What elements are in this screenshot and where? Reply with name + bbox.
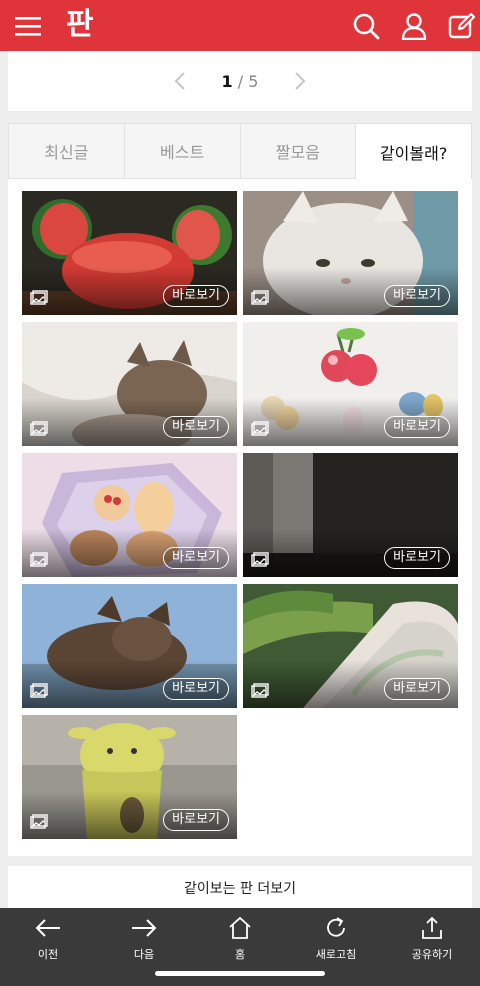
forward-label: 다음 <box>133 948 155 961</box>
home-button[interactable]: 홈 <box>192 914 288 968</box>
total-pages: 5 <box>248 71 259 91</box>
top-app-bar: 판 <box>0 0 480 51</box>
tab-latest[interactable]: 최신글 <box>8 123 125 179</box>
page-indicator: 1 / 5 <box>222 72 259 91</box>
arrow-left-icon <box>33 914 63 942</box>
view-button[interactable]: 바로보기 <box>163 678 229 700</box>
home-icon <box>225 914 255 942</box>
see-more-label: 같이보는 판 더보기 <box>184 881 296 897</box>
search-icon[interactable] <box>348 8 384 44</box>
tabs-card: 최신글 베스트 짤모음 같이볼래? 바로보기 바로보기 바로보기 바로보기 바로… <box>8 123 472 856</box>
back-label: 이전 <box>37 948 59 961</box>
home-label: 홈 <box>234 948 246 961</box>
gallery-item[interactable]: 바로보기 <box>22 584 237 708</box>
view-button[interactable]: 바로보기 <box>163 285 229 307</box>
image-icon <box>30 290 48 305</box>
gallery-item[interactable]: 바로보기 <box>22 715 237 839</box>
image-icon <box>251 552 269 567</box>
view-button[interactable]: 바로보기 <box>163 809 229 831</box>
view-button[interactable]: 바로보기 <box>384 416 450 438</box>
share-label: 공유하기 <box>411 948 453 961</box>
home-indicator <box>155 971 325 976</box>
brand-logo-text: 판 <box>66 7 94 42</box>
page-separator: / <box>237 71 244 91</box>
view-button[interactable]: 바로보기 <box>384 285 450 307</box>
gallery-item[interactable]: 바로보기 <box>22 453 237 577</box>
gallery-item[interactable]: 바로보기 <box>22 191 237 315</box>
current-page: 1 <box>221 71 233 91</box>
image-icon <box>251 683 269 698</box>
arrow-right-icon <box>129 914 159 942</box>
image-icon <box>251 421 269 436</box>
pagination-card: 1 / 5 <box>8 51 472 111</box>
chevron-right-icon <box>295 72 306 90</box>
gallery-item[interactable]: 바로보기 <box>243 453 458 577</box>
tab-best[interactable]: 베스트 <box>124 123 241 179</box>
image-icon <box>30 552 48 567</box>
view-button[interactable]: 바로보기 <box>384 547 450 569</box>
pagination: 1 / 5 <box>8 51 472 111</box>
forward-button[interactable]: 다음 <box>96 914 192 968</box>
gallery-item[interactable]: 바로보기 <box>243 191 458 315</box>
view-button[interactable]: 바로보기 <box>163 547 229 569</box>
view-button[interactable]: 바로보기 <box>163 416 229 438</box>
share-button[interactable]: 공유하기 <box>384 914 480 968</box>
share-icon <box>417 914 447 942</box>
edit-icon[interactable] <box>444 8 480 44</box>
back-button[interactable]: 이전 <box>0 914 96 968</box>
menu-icon[interactable] <box>10 8 46 44</box>
refresh-icon <box>321 914 351 942</box>
image-icon <box>30 683 48 698</box>
next-page-button[interactable] <box>288 69 312 93</box>
gallery-item[interactable]: 바로보기 <box>22 322 237 446</box>
refresh-label: 새로고침 <box>315 948 357 961</box>
image-icon <box>30 421 48 436</box>
tab-meme-collection[interactable]: 짤모음 <box>240 123 357 179</box>
user-icon[interactable] <box>396 8 432 44</box>
brand-logo[interactable]: 판 <box>66 7 104 43</box>
see-more-button[interactable]: 같이보는 판 더보기 <box>8 866 472 910</box>
gallery-item[interactable]: 바로보기 <box>243 584 458 708</box>
gallery-item[interactable]: 바로보기 <box>243 322 458 446</box>
image-icon <box>30 814 48 829</box>
prev-page-button[interactable] <box>168 69 192 93</box>
tab-watch-together[interactable]: 같이볼래? <box>356 123 472 179</box>
chevron-left-icon <box>174 72 185 90</box>
view-button[interactable]: 바로보기 <box>384 678 450 700</box>
tab-bar: 최신글 베스트 짤모음 같이볼래? <box>8 123 472 179</box>
refresh-button[interactable]: 새로고침 <box>288 914 384 968</box>
image-icon <box>251 290 269 305</box>
